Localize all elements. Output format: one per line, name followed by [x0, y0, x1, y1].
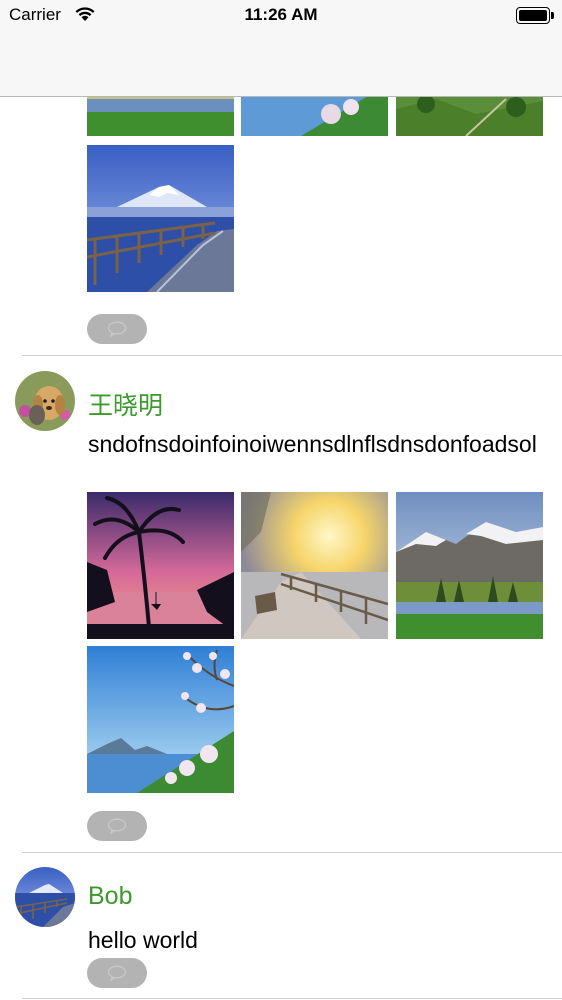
post-text: hello world [88, 927, 198, 953]
status-bar: Carrier 11:26 AM [0, 0, 562, 32]
puppy-kitten-avatar [15, 371, 75, 431]
post-image[interactable] [396, 492, 543, 639]
clock: 11:26 AM [244, 5, 318, 24]
username[interactable]: 王晓明 [88, 386, 163, 422]
comment-button[interactable] [87, 811, 147, 841]
comment-button[interactable] [87, 314, 147, 344]
comment-button[interactable] [87, 958, 147, 988]
divider [22, 998, 562, 999]
post-image[interactable] [87, 145, 234, 292]
avatar[interactable] [15, 371, 75, 431]
username[interactable]: Bob [88, 882, 132, 911]
divider [22, 852, 562, 853]
post-text: sndofnsdoinfoinoiwennsdlnflsdnsdonfoadso… [88, 431, 537, 457]
post-image[interactable] [241, 492, 388, 639]
comment-bubble-icon [107, 818, 127, 834]
blossom-lake-photo [87, 646, 234, 793]
post-image[interactable] [87, 646, 234, 793]
divider [22, 355, 562, 356]
navigation-bar: Carrier 11:26 AM [0, 0, 562, 97]
snowy-mountain-valley-photo [396, 492, 543, 639]
avatar[interactable] [15, 867, 75, 927]
comment-bubble-icon [107, 965, 127, 981]
post-image[interactable] [87, 492, 234, 639]
snow-mountain-boardwalk-photo [87, 145, 234, 292]
mountain-boardwalk-avatar [15, 867, 75, 927]
comment-bubble-icon [107, 321, 127, 337]
palm-sunset-photo [87, 492, 234, 639]
battery-icon [516, 7, 554, 24]
sunny-boardwalk-photo [241, 492, 388, 639]
